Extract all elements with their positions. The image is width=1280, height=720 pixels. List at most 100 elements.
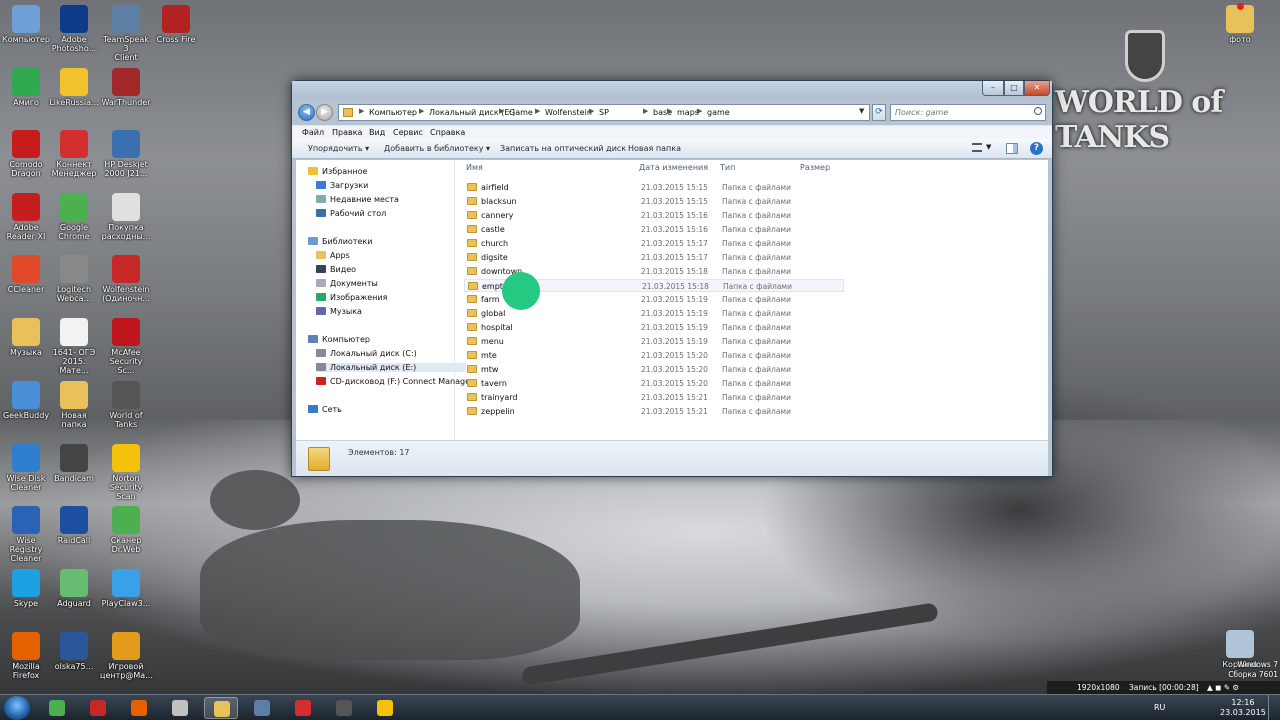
forward-button[interactable]: ▶ [316,104,333,121]
clock[interactable]: 12:16 23.03.2015 [1220,698,1266,718]
breadcrumb-separator[interactable]: ▶ [589,107,594,115]
search-icon[interactable] [1034,107,1042,115]
desktop-shortcut[interactable]: PlayClaw3... [100,569,152,608]
desktop-shortcut[interactable]: фото [1214,5,1266,44]
breadcrumb-separator[interactable]: ▶ [535,107,540,115]
desktop-shortcut[interactable]: Wise Registry Cleaner [0,506,52,563]
table-row[interactable]: digsite 21.03.2015 15:17 Папка с файлами [464,251,844,264]
desktop-shortcut[interactable]: Adguard [48,569,100,608]
taskbar-button[interactable] [245,697,279,719]
breadcrumb-separator[interactable]: ▶ [697,107,702,115]
breadcrumb-item[interactable]: SP [599,108,609,117]
search-input[interactable] [891,105,1027,120]
preview-pane-icon[interactable] [1006,143,1018,154]
taskbar-button[interactable] [286,697,320,719]
table-row[interactable]: trainyard 21.03.2015 15:21 Папка с файлами [464,391,844,404]
desktop-shortcut[interactable]: Амиго [0,68,52,107]
chevron-down-icon[interactable]: ▼ [859,107,864,115]
breadcrumb-separator[interactable]: ▶ [359,107,364,115]
desktop-shortcut[interactable]: GeekBuddy [0,381,52,420]
add-to-library-button[interactable]: Добавить в библиотеку ▾ [384,144,490,153]
desktop-shortcut[interactable]: LikeRussia... [48,68,100,107]
nav-library-item[interactable]: Apps [316,251,350,260]
breadcrumb-item[interactable]: maps [677,108,699,117]
desktop-shortcut[interactable]: Wise Disk Cleaner [0,444,52,492]
desktop-shortcut[interactable]: CCleaner [0,255,52,294]
search-box[interactable] [890,104,1046,121]
nav-favorite-item[interactable]: Недавние места [316,195,399,204]
nav-library-item[interactable]: Документы [316,279,378,288]
explorer-window[interactable]: – □ ✕ ◀ ▶ ▶ Компьютер ▶ Локальный диск (E:)… [291,80,1053,477]
table-row[interactable]: hospital 21.03.2015 15:19 Папка с файлами [464,321,844,334]
desktop-shortcut[interactable]: Logitech Webca... [48,255,100,303]
desktop-shortcut[interactable]: olska75... [48,632,100,671]
column-size[interactable]: Размер [800,163,830,172]
desktop-shortcut[interactable]: Norton Security Scan [100,444,152,501]
language-indicator[interactable]: RU [1154,703,1165,712]
chevron-down-icon[interactable]: ▼ [986,143,991,151]
desktop-shortcut[interactable]: HP Deskjet 2000 J21... [100,130,152,178]
back-button[interactable]: ◀ [298,104,315,121]
column-date[interactable]: Дата изменения [639,163,708,172]
table-row[interactable]: mtw 21.03.2015 15:20 Папка с файлами [464,363,844,376]
window-titlebar[interactable]: – □ ✕ [292,81,1052,98]
breadcrumb-item[interactable]: Game [509,108,533,117]
start-button[interactable] [4,696,30,720]
desktop-shortcut[interactable]: Музыка [0,318,52,357]
taskbar-button[interactable] [327,697,361,719]
show-desktop-button[interactable] [1268,695,1280,720]
burn-disc-button[interactable]: Записать на оптический диск [500,144,626,153]
breadcrumb-item[interactable]: Wolfenstein [545,108,592,117]
desktop-shortcut[interactable]: Новая папка [48,381,100,429]
desktop-shortcut[interactable]: Adobe Reader XI [0,193,52,241]
desktop-shortcut[interactable]: Cross Fire [150,5,202,44]
help-icon[interactable]: ? [1030,142,1043,155]
refresh-button[interactable]: ⟳ [872,104,886,121]
desktop-shortcut[interactable]: Skype [0,569,52,608]
desktop-shortcut[interactable]: Компьютер [0,5,52,44]
nav-favorites-item[interactable]: Избранное [308,167,367,176]
taskbar-button[interactable] [163,697,197,719]
nav-library-item[interactable]: Музыка [316,307,362,316]
menu-item[interactable]: Файл [302,128,324,137]
desktop-shortcut[interactable]: Покупка расходны... [100,193,152,241]
taskbar-button[interactable] [81,697,115,719]
table-row[interactable]: cannery 21.03.2015 15:16 Папка с файлами [464,209,844,222]
desktop-shortcut[interactable]: McAfee Security Sc... [100,318,152,375]
desktop-shortcut[interactable]: RaidCall [48,506,100,545]
address-bar[interactable]: ▶ Компьютер ▶ Локальный диск (E:) ▶ Game ▶ Wolf… [338,104,870,121]
nav-computer-item[interactable]: Компьютер [308,335,370,344]
minimize-button[interactable]: – [982,81,1004,96]
breadcrumb-item[interactable]: game [707,108,730,117]
table-row[interactable]: blacksun 21.03.2015 15:15 Папка с файлами [464,195,844,208]
desktop-shortcut[interactable]: World of Tanks [100,381,152,429]
menu-item[interactable]: Справка [430,128,465,137]
nav-library-item[interactable]: Изображения [316,293,387,302]
desktop-shortcut[interactable]: WarThunder [100,68,152,107]
desktop-shortcut[interactable]: TeamSpeak 3 Client [100,5,152,62]
nav-favorite-item[interactable]: Загрузки [316,181,368,190]
maximize-button[interactable]: □ [1004,81,1024,96]
desktop-shortcut[interactable]: Mozilla Firefox [0,632,52,680]
nav-network-item[interactable]: Сеть [308,405,342,414]
taskbar-button[interactable] [40,697,74,719]
column-name[interactable]: Имя [466,163,483,172]
view-options-icon[interactable] [972,143,982,152]
table-row[interactable]: mte 21.03.2015 15:20 Папка с файлами [464,349,844,362]
breadcrumb-separator[interactable]: ▶ [499,107,504,115]
desktop-shortcut[interactable]: Коннект Менеджер [48,130,100,178]
desktop-shortcut[interactable]: Google Chrome [48,193,100,241]
close-button[interactable]: ✕ [1024,81,1050,96]
desktop-shortcut[interactable]: Bandicam [48,444,100,483]
breadcrumb-separator[interactable]: ▶ [667,107,672,115]
menu-item[interactable]: Вид [369,128,385,137]
breadcrumb-item[interactable]: Компьютер [369,108,417,117]
desktop-shortcut[interactable]: Wolfenstein (Одиночн... [100,255,152,303]
nav-drive-item[interactable]: Локальный диск (E:) [316,363,466,372]
new-folder-button[interactable]: Новая папка [628,144,681,153]
desktop-shortcut[interactable]: Comodo Dragon [0,130,52,178]
desktop-shortcut[interactable]: Adobe Photosho... [48,5,100,53]
table-row[interactable]: zeppelin 21.03.2015 15:21 Папка с файлами [464,405,844,418]
menu-item[interactable]: Сервис [393,128,423,137]
desktop-shortcut[interactable]: Игровой центр@Ма... [100,632,153,680]
